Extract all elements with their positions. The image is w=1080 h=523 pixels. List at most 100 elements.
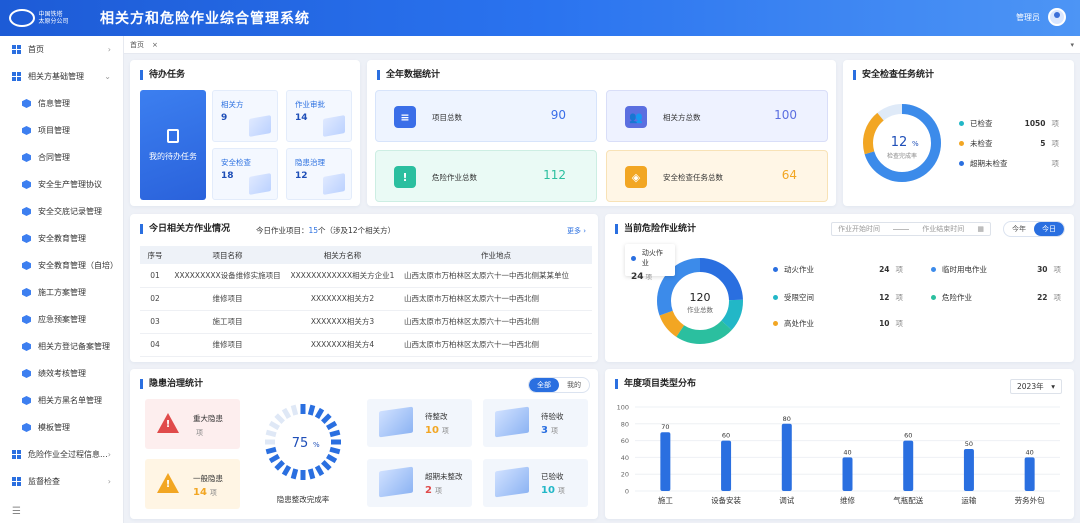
major-hazard-tile[interactable]: ! 重大隐患 项	[145, 399, 240, 449]
progress-tick	[268, 453, 281, 464]
today-subtitle-suffix: 个（涉及12个相关方）	[318, 226, 396, 235]
hazard-status-tile[interactable]: 待整改 10 项	[367, 399, 472, 447]
progress-tick	[329, 429, 341, 438]
today-subtitle-count: 15	[308, 226, 319, 235]
sidebar-item[interactable]: 安全教育管理（自培）	[0, 252, 123, 279]
table-cell: 02	[140, 287, 170, 311]
document-icon	[167, 128, 179, 143]
my-todo-button[interactable]: 我的待办任务	[140, 90, 206, 200]
hazard-status-tile[interactable]: 待验收 3 项	[483, 399, 588, 447]
table-row[interactable]: 02 维修项目 XXXXXXX相关方2 山西太原市万柏林区太原六十一中西北侧	[140, 287, 592, 311]
progress-tick	[314, 464, 325, 477]
todo-cell[interactable]: 相关方 9	[212, 90, 278, 142]
table-cell: 施工项目	[170, 310, 285, 334]
tab-home[interactable]: 首页 ×	[124, 40, 164, 50]
end-date-input[interactable]: 作业结束时间	[922, 224, 964, 234]
hazard-status-tile[interactable]: 超期未整改 2 项	[367, 459, 472, 507]
sidebar-item[interactable]: 安全交底记录管理	[0, 198, 123, 225]
sidebar-item[interactable]: 相关方基础管理 ⌄	[0, 63, 123, 90]
todo-cell[interactable]: 安全检查 18	[212, 148, 278, 200]
table-row[interactable]: 04 维修项目 XXXXXXX相关方4 山西太原市万柏林区太原六十一中西北侧	[140, 333, 592, 357]
safety-row-unit: 项	[1051, 139, 1060, 148]
danger-legend-row: 高处作业 10 项	[773, 318, 903, 329]
danger-item-unit: 项	[1053, 293, 1062, 302]
annual-stat-tile[interactable]: ! 危险作业总数 112	[375, 150, 597, 202]
hazard-status-tile[interactable]: 已验收 10 项	[483, 459, 588, 507]
annual-stat-tile[interactable]: ≡ 项目总数 90	[375, 90, 597, 142]
sidebar-item-label: 施工方案管理	[38, 288, 86, 297]
todo-cell-value: 14	[295, 113, 308, 123]
sidebar-item[interactable]: 绩效考核管理	[0, 360, 123, 387]
chevron-down-icon[interactable]: ▾	[1070, 41, 1074, 49]
todo-cell-value: 9	[221, 113, 228, 123]
progress-tick	[314, 407, 325, 420]
bar[interactable]	[721, 440, 732, 491]
donut-tooltip: 动火作业 24 项	[625, 244, 675, 282]
sidebar-item[interactable]: 安全生产管理协议	[0, 171, 123, 198]
table-row[interactable]: 03 施工项目 XXXXXXX相关方3 山西太原市万柏林区太原六十一中西北侧	[140, 310, 592, 334]
close-icon[interactable]: ×	[152, 41, 158, 49]
hazard-status-unit: 项	[550, 427, 558, 435]
year-select[interactable]: 2023年 ▾	[1010, 379, 1062, 394]
danger-item-label: 动火作业	[784, 265, 814, 274]
start-date-input[interactable]: 作业开始时间	[838, 224, 880, 234]
sidebar-item[interactable]: 监督检查 ›	[0, 468, 123, 495]
safety-row-value: 1050	[1024, 119, 1046, 128]
toggle-this-year[interactable]: 今年	[1004, 222, 1034, 236]
grid-icon	[12, 45, 21, 54]
more-link[interactable]: 更多 ›	[567, 226, 586, 236]
todo-cell[interactable]: 隐患治理 12	[286, 148, 352, 200]
sidebar-item[interactable]: 相关方登记备案管理	[0, 333, 123, 360]
toggle-today[interactable]: 今日	[1034, 222, 1064, 236]
stat-label: 项目总数	[432, 113, 462, 122]
safety-ring: 12 % 检查完成率	[863, 104, 941, 182]
todo-cell-label: 隐患治理	[295, 158, 325, 167]
progress-tick	[281, 464, 292, 477]
bar[interactable]	[781, 423, 792, 491]
bar-value-label: 40	[843, 448, 851, 456]
avatar[interactable]	[1048, 8, 1066, 26]
sidebar-item[interactable]: 合同管理	[0, 144, 123, 171]
sidebar-item[interactable]: 应急预案管理	[0, 306, 123, 333]
x-tick-label: 设备安装	[711, 495, 741, 505]
date-range-picker[interactable]: 作业开始时间 作业结束时间 ▦	[831, 222, 991, 236]
sidebar-item[interactable]: 安全教育管理	[0, 225, 123, 252]
sidebar-item[interactable]: 项目管理	[0, 117, 123, 144]
annual-stat-tile[interactable]: 👥 相关方总数 100	[606, 90, 828, 142]
collapse-icon[interactable]: ☰	[12, 506, 21, 517]
chevron-icon: ›	[107, 450, 111, 459]
toggle-all[interactable]: 全部	[529, 378, 559, 392]
calendar-icon[interactable]: ▦	[977, 225, 984, 233]
toggle-mine[interactable]: 我的	[559, 378, 589, 392]
clipboard-icon	[323, 115, 345, 137]
sidebar-item[interactable]: 施工方案管理	[0, 279, 123, 306]
bar[interactable]	[1024, 457, 1035, 491]
bar[interactable]	[660, 432, 671, 491]
sidebar-item[interactable]: 相关方黑名单管理	[0, 387, 123, 414]
bar-value-label: 70	[661, 423, 669, 431]
sidebar-item[interactable]: 信息管理	[0, 90, 123, 117]
tooltip-dot	[631, 255, 636, 261]
major-hazard-unit: 项	[196, 429, 203, 437]
table-cell: XXXXXXX相关方3	[285, 310, 400, 334]
annual-stat-tile[interactable]: ◈ 安全检查任务总数 64	[606, 150, 828, 202]
x-tick-label: 调试	[779, 495, 794, 505]
table-cell: XXXXXXXXXXXX相关方企业1	[285, 264, 400, 288]
safety-row-unit: 项	[1051, 159, 1060, 168]
logo[interactable]: 中国铁塔 太原分公司	[0, 0, 70, 36]
sidebar-item[interactable]: 首页 ›	[0, 36, 123, 63]
bar[interactable]	[963, 449, 974, 491]
table-row[interactable]: 01 XXXXXXXXX设备维修实施项目 XXXXXXXXXXXX相关方企业1 山西太…	[140, 264, 592, 288]
bar[interactable]	[842, 457, 853, 491]
sidebar-item[interactable]: 危险作业全过程信息... ›	[0, 441, 123, 468]
table-cell: 维修项目	[170, 333, 285, 357]
user-area[interactable]: 管理员	[1016, 8, 1066, 26]
bar[interactable]	[903, 440, 914, 491]
safety-row-label: 已检查	[970, 119, 993, 128]
user-name[interactable]: 管理员	[1016, 12, 1040, 23]
sidebar-item[interactable]: 模板管理	[0, 414, 123, 441]
minor-hazard-tile[interactable]: ! 一般隐患 14 项	[145, 459, 240, 509]
cube-icon	[22, 342, 31, 351]
todo-cell[interactable]: 作业审批 14	[286, 90, 352, 142]
app-header: 中国铁塔 太原分公司 相关方和危险作业综合管理系统 管理员	[0, 0, 1080, 36]
